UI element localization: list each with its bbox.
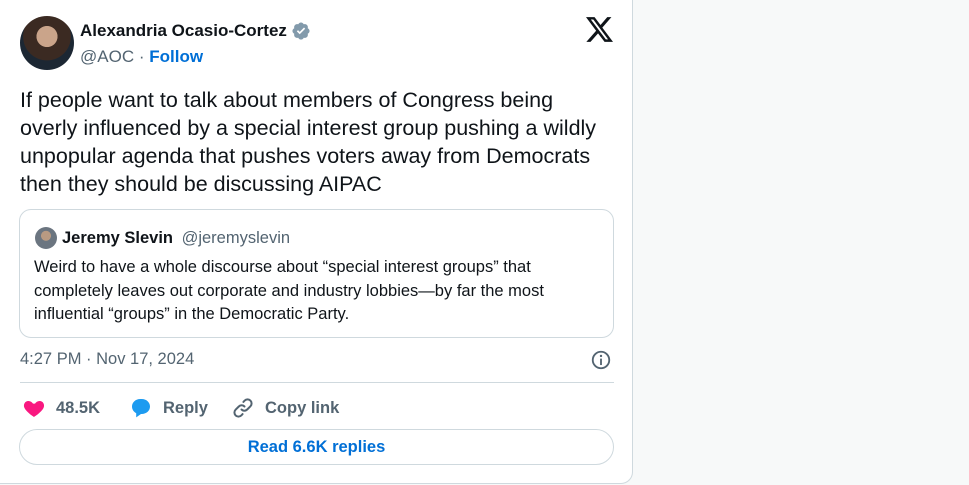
heart-icon <box>23 401 45 417</box>
author-name[interactable]: Alexandria Ocasio-Cortez <box>80 21 287 41</box>
author-handle-row: @AOC · Follow <box>80 47 203 67</box>
embedded-tweet-card: Alexandria Ocasio-Cortez @AOC · Follow I… <box>0 0 633 484</box>
like-button[interactable]: 48.5K <box>22 396 100 420</box>
quoted-author-name: Jeremy Slevin <box>62 229 173 247</box>
quoted-tweet[interactable]: Jeremy Slevin @jeremyslevin Weird to hav… <box>19 209 614 338</box>
copy-link-label: Copy link <box>265 398 340 417</box>
quoted-tweet-text: Weird to have a whole discourse about “s… <box>34 258 544 323</box>
read-replies-button[interactable]: Read 6.6K replies <box>19 429 614 465</box>
quoted-author-avatar <box>35 227 57 249</box>
divider <box>20 382 614 383</box>
quoted-author-handle: @jeremyslevin <box>181 229 291 247</box>
link-icon <box>233 398 253 418</box>
quoted-author-row: Jeremy Slevin @jeremyslevin <box>62 229 290 248</box>
reply-label: Reply <box>163 398 208 417</box>
read-replies-label: Read 6.6K replies <box>247 437 386 456</box>
verified-badge-icon <box>292 22 310 40</box>
x-logo-icon[interactable] <box>586 17 613 42</box>
info-icon[interactable] <box>590 349 612 371</box>
copy-link-button[interactable]: Copy link <box>231 396 339 420</box>
tweet-text: If people want to talk about members of … <box>20 88 597 196</box>
author-name-row[interactable]: Alexandria Ocasio-Cortez <box>80 21 311 41</box>
tweet-timestamp[interactable]: 4:27 PM · Nov 17, 2024 <box>20 350 194 369</box>
reply-button[interactable]: Reply <box>129 396 208 420</box>
author-handle[interactable]: @AOC <box>80 47 134 66</box>
likes-count: 48.5K <box>56 398 101 417</box>
follow-button[interactable]: Follow <box>149 47 203 66</box>
handle-separator: · <box>138 47 145 66</box>
author-avatar[interactable] <box>20 16 74 70</box>
reply-bubble-icon <box>132 399 150 418</box>
